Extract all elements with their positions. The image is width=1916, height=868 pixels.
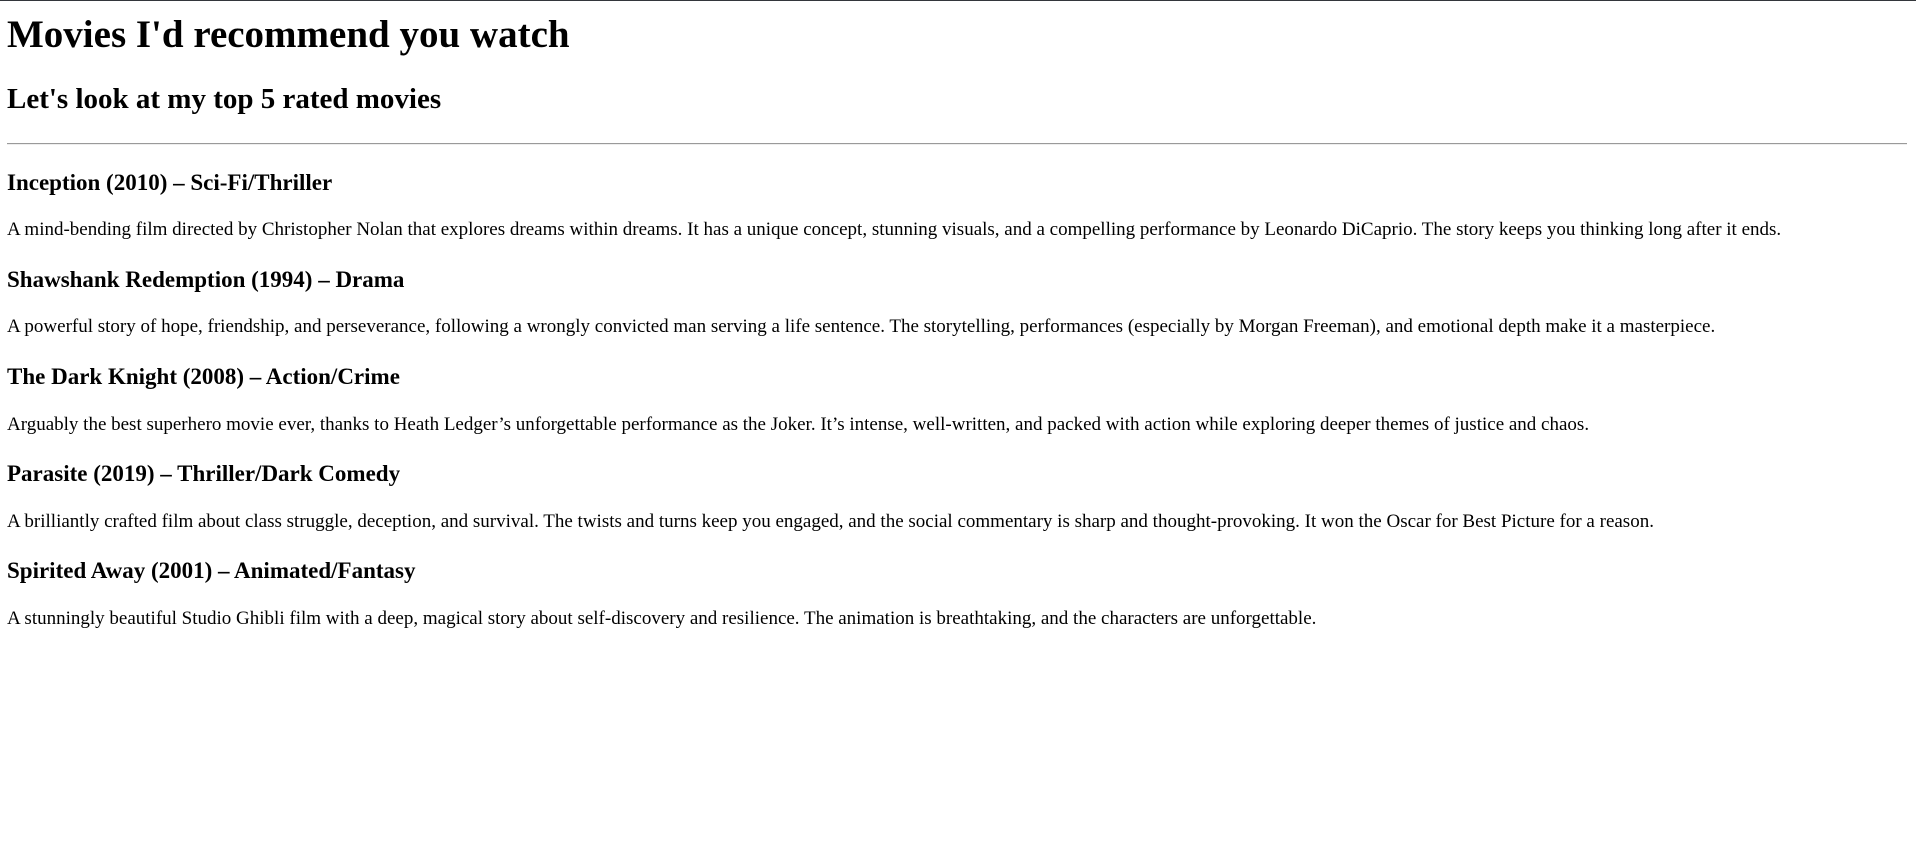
movie-title-shawshank: Shawshank Redemption (1994) – Drama [7, 267, 405, 292]
page-subtitle: Let's look at my top 5 rated movies [7, 83, 442, 115]
movie-description-parasite: A brilliantly crafted film about class s… [7, 511, 1654, 532]
movie-title-spirited-away: Spirited Away (2001) – Animated/Fantasy [7, 558, 416, 583]
movie-title-dark-knight: The Dark Knight (2008) – Action/Crime [7, 364, 400, 389]
movie-description-inception: A mind-bending film directed by Christop… [7, 219, 1782, 240]
movie-description-spirited-away: A stunningly beautiful Studio Ghibli fil… [7, 608, 1317, 629]
window-top-edge [0, 0, 1916, 1]
movie-description-shawshank: A powerful story of hope, friendship, an… [7, 316, 1716, 337]
movie-description-dark-knight: Arguably the best superhero movie ever, … [7, 414, 1590, 435]
horizontal-rule [7, 143, 1907, 145]
movie-title-inception: Inception (2010) – Sci-Fi/Thriller [7, 170, 333, 195]
page-title: Movies I'd recommend you watch [7, 13, 570, 56]
movie-title-parasite: Parasite (2019) – Thriller/Dark Comedy [7, 461, 401, 486]
